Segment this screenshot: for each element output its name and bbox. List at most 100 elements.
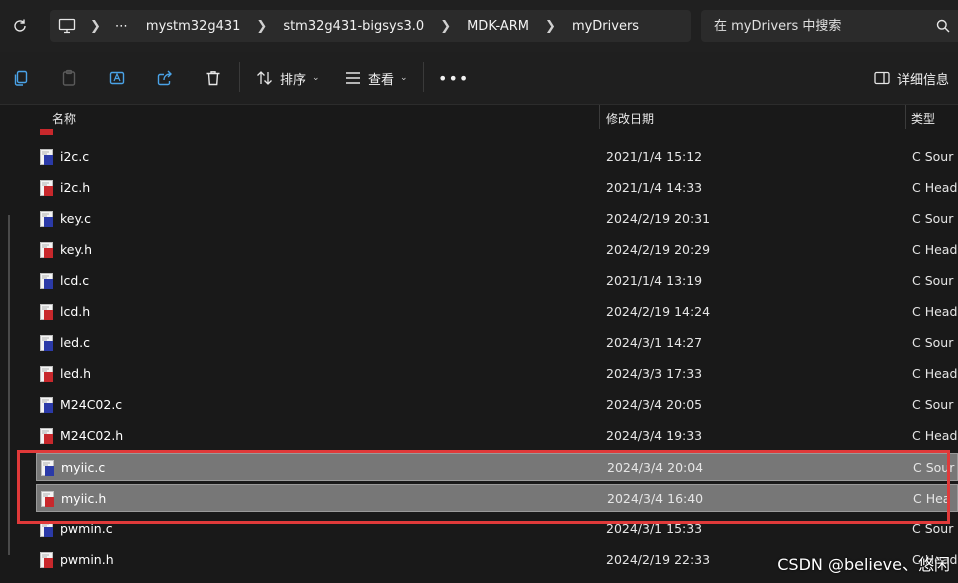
file-row[interactable]: key.h 2024/2/19 20:29 C Head [36, 236, 958, 264]
file-name: i2c.c [60, 149, 90, 164]
copy-icon[interactable] [9, 66, 33, 90]
toolbar-divider [239, 62, 240, 92]
file-type: C Sour [912, 149, 954, 164]
file-modified-date: 2024/2/19 20:29 [606, 242, 711, 257]
file-row[interactable]: key.c 2024/2/19 20:31 C Sour [36, 205, 958, 233]
c-header-file-icon [40, 428, 53, 444]
chevron-right-icon: ❯ [256, 18, 268, 34]
file-modified-date: 2024/2/19 20:31 [606, 211, 711, 226]
column-divider[interactable] [599, 105, 600, 129]
file-row[interactable]: M24C02.h 2024/3/4 19:33 C Head [36, 422, 958, 450]
toolbar-divider [423, 62, 424, 92]
chevron-right-icon: ❯ [440, 18, 452, 34]
paste-icon[interactable] [57, 66, 81, 90]
column-header-row: 名称 ⌃ 修改日期 类型 [20, 105, 958, 129]
file-name: M24C02.h [60, 428, 124, 443]
details-pane-icon [874, 71, 890, 85]
file-type: C Head [912, 242, 958, 257]
file-modified-date: 2021/1/4 15:12 [606, 149, 703, 164]
file-row[interactable]: i2c.c 2021/1/4 15:12 C Sour [36, 143, 958, 171]
file-type: C Head [912, 366, 958, 381]
details-label: 详细信息 [897, 72, 950, 88]
c-source-file-icon [40, 149, 53, 165]
file-row[interactable]: lcd.h 2024/2/19 14:24 C Head [36, 298, 958, 326]
file-name: i2c.h [60, 180, 91, 195]
c-header-file-icon [40, 366, 53, 382]
file-name: led.h [60, 366, 91, 381]
file-modified-date: 2024/2/19 14:24 [606, 304, 711, 319]
file-type: C Sour [912, 335, 954, 350]
search-input[interactable] [701, 17, 929, 35]
file-row[interactable]: led.h 2024/3/3 17:33 C Head [36, 360, 958, 388]
file-name: lcd.h [60, 304, 91, 319]
breadcrumb-item[interactable]: myDrivers [562, 19, 649, 34]
view-list-icon [345, 71, 361, 85]
delete-icon[interactable] [201, 66, 225, 90]
breadcrumb[interactable]: ❯ ⋯ mystm32g431 ❯ stm32g431-bigsys3.0 ❯ … [50, 10, 691, 42]
file-name: M24C02.c [60, 397, 123, 412]
navigation-scrollbar[interactable] [8, 215, 10, 555]
search-box[interactable] [701, 10, 958, 42]
file-modified-date: 2024/2/19 22:33 [606, 552, 711, 567]
c-header-file-icon [40, 180, 53, 196]
c-source-file-icon [40, 273, 53, 289]
more-options-button[interactable]: ••• [438, 66, 469, 90]
breadcrumb-item[interactable]: stm32g431-bigsys3.0 [273, 19, 434, 34]
view-button[interactable]: 查看 ⌄ [345, 66, 408, 90]
file-name: key.c [60, 211, 91, 226]
file-row[interactable]: i2c.h 2021/1/4 14:33 C Head [36, 174, 958, 202]
view-label: 查看 [368, 72, 395, 88]
file-name: lcd.c [60, 273, 90, 288]
file-type: C Head [912, 304, 958, 319]
file-type: C Sour [912, 397, 954, 412]
rename-icon[interactable] [105, 66, 129, 90]
chevron-down-icon: ⌄ [400, 73, 408, 83]
file-modified-date: 2021/1/4 13:19 [606, 273, 703, 288]
file-modified-date: 2021/1/4 14:33 [606, 180, 703, 195]
share-icon[interactable] [153, 66, 177, 90]
file-type: C Sour [912, 211, 954, 226]
c-source-file-icon [40, 335, 53, 351]
command-bar: 排序 ⌄ 查看 ⌄ ••• 详细信息 [0, 52, 958, 105]
file-modified-date: 2024/3/1 14:27 [606, 335, 703, 350]
file-row[interactable]: lcd.c 2021/1/4 13:19 C Sour [36, 267, 958, 295]
this-pc-icon[interactable] [50, 18, 84, 34]
file-modified-date: 2024/3/4 20:05 [606, 397, 703, 412]
c-header-file-icon [40, 552, 53, 568]
column-divider[interactable] [905, 105, 906, 129]
file-type: C Head [912, 180, 958, 195]
breadcrumb-item[interactable]: mystm32g431 [136, 19, 251, 34]
chevron-right-icon: ❯ [90, 18, 101, 34]
file-name: led.c [60, 335, 90, 350]
c-header-file-icon [40, 242, 53, 258]
column-header-modified[interactable]: 修改日期 [606, 110, 654, 127]
breadcrumb-item[interactable]: MDK-ARM [457, 19, 539, 34]
highlight-box [17, 450, 950, 524]
file-modified-date: 2024/3/4 19:33 [606, 428, 703, 443]
chevron-down-icon: ⌄ [312, 73, 320, 83]
search-icon[interactable] [928, 19, 958, 33]
column-header-name[interactable]: 名称 [52, 110, 76, 127]
partially-hidden-row [36, 129, 958, 135]
details-pane-button[interactable]: 详细信息 [874, 66, 949, 90]
file-row[interactable]: led.c 2024/3/1 14:27 C Sour [36, 329, 958, 357]
file-modified-date: 2024/3/3 17:33 [606, 366, 703, 381]
file-name: pwmin.h [60, 552, 114, 567]
sort-ascending-icon: ⌃ [318, 105, 326, 111]
sort-button[interactable]: 排序 ⌄ [256, 66, 320, 90]
file-name: key.h [60, 242, 92, 257]
sort-icon [256, 70, 274, 86]
c-header-file-icon [40, 304, 53, 320]
file-row[interactable]: M24C02.c 2024/3/4 20:05 C Sour [36, 391, 958, 419]
address-bar-row: ❯ ⋯ mystm32g431 ❯ stm32g431-bigsys3.0 ❯ … [0, 0, 958, 52]
file-type: C Sour [912, 273, 954, 288]
refresh-icon[interactable] [10, 16, 30, 36]
c-source-file-icon [40, 211, 53, 227]
column-header-type[interactable]: 类型 [911, 110, 935, 127]
chevron-right-icon: ❯ [545, 18, 556, 34]
c-source-file-icon [40, 397, 53, 413]
sort-label: 排序 [280, 72, 307, 88]
watermark: CSDN @believe、悠闲 [777, 555, 950, 574]
more-crumbs-button[interactable]: ⋯ [107, 19, 136, 34]
file-type: C Head [912, 428, 958, 443]
